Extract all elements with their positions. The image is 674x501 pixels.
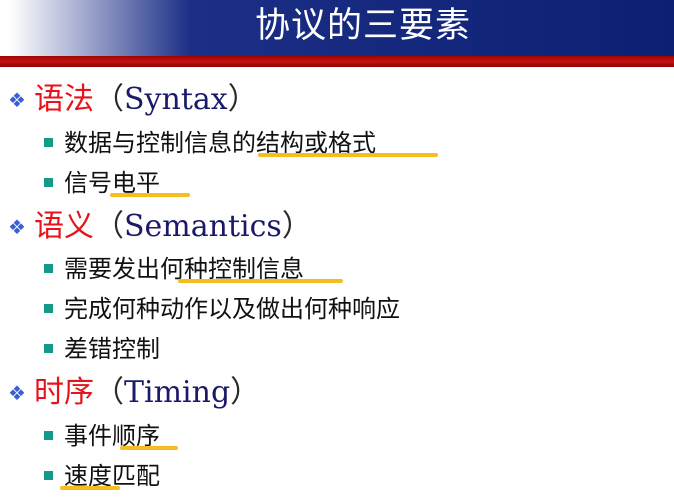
square-bullet-icon: [44, 470, 53, 480]
square-bullet-icon: [44, 137, 53, 147]
section-heading-timing: ❖ 时序（Timing）: [8, 373, 260, 413]
open-paren: （: [94, 209, 124, 244]
diamond-cluster-icon: ❖: [8, 381, 26, 405]
highlight-underline: [258, 153, 438, 157]
open-paren: （: [94, 82, 124, 117]
close-paren: ）: [227, 82, 258, 117]
square-bullet-icon: [44, 343, 53, 353]
square-bullet-icon: [44, 263, 53, 273]
section-heading-syntax: ❖ 语法（Syntax）: [8, 80, 258, 120]
section-name-cn: 时序: [34, 375, 94, 410]
diamond-cluster-icon: ❖: [8, 88, 26, 112]
highlight-underline: [110, 193, 190, 197]
slide-header: 协议的三要素: [0, 0, 674, 56]
square-bullet-icon: [44, 430, 53, 440]
highlight-underline: [60, 486, 120, 490]
open-paren: （: [94, 375, 124, 410]
section-name-cn: 语法: [34, 82, 94, 117]
slide-title: 协议的三要素: [255, 6, 472, 46]
square-bullet-icon: [44, 303, 53, 313]
section-name-en: Syntax: [124, 82, 228, 117]
section-name-en: Semantics: [124, 209, 282, 244]
list-item: 差错控制: [44, 331, 160, 367]
section-heading-semantics: ❖ 语义（Semantics）: [8, 207, 312, 247]
close-paren: ）: [281, 209, 312, 244]
list-item: 完成何种动作以及做出何种响应: [44, 291, 400, 327]
list-item-text: 差错控制: [64, 335, 160, 363]
section-name-en: Timing: [124, 375, 231, 410]
diamond-cluster-icon: ❖: [8, 215, 26, 239]
section-name-cn: 语义: [34, 209, 94, 244]
highlight-underline: [178, 279, 343, 283]
close-paren: ）: [230, 375, 261, 410]
list-item-text: 完成何种动作以及做出何种响应: [64, 295, 400, 323]
square-bullet-icon: [44, 177, 53, 187]
highlight-underline: [120, 446, 178, 450]
header-divider: [0, 56, 674, 67]
